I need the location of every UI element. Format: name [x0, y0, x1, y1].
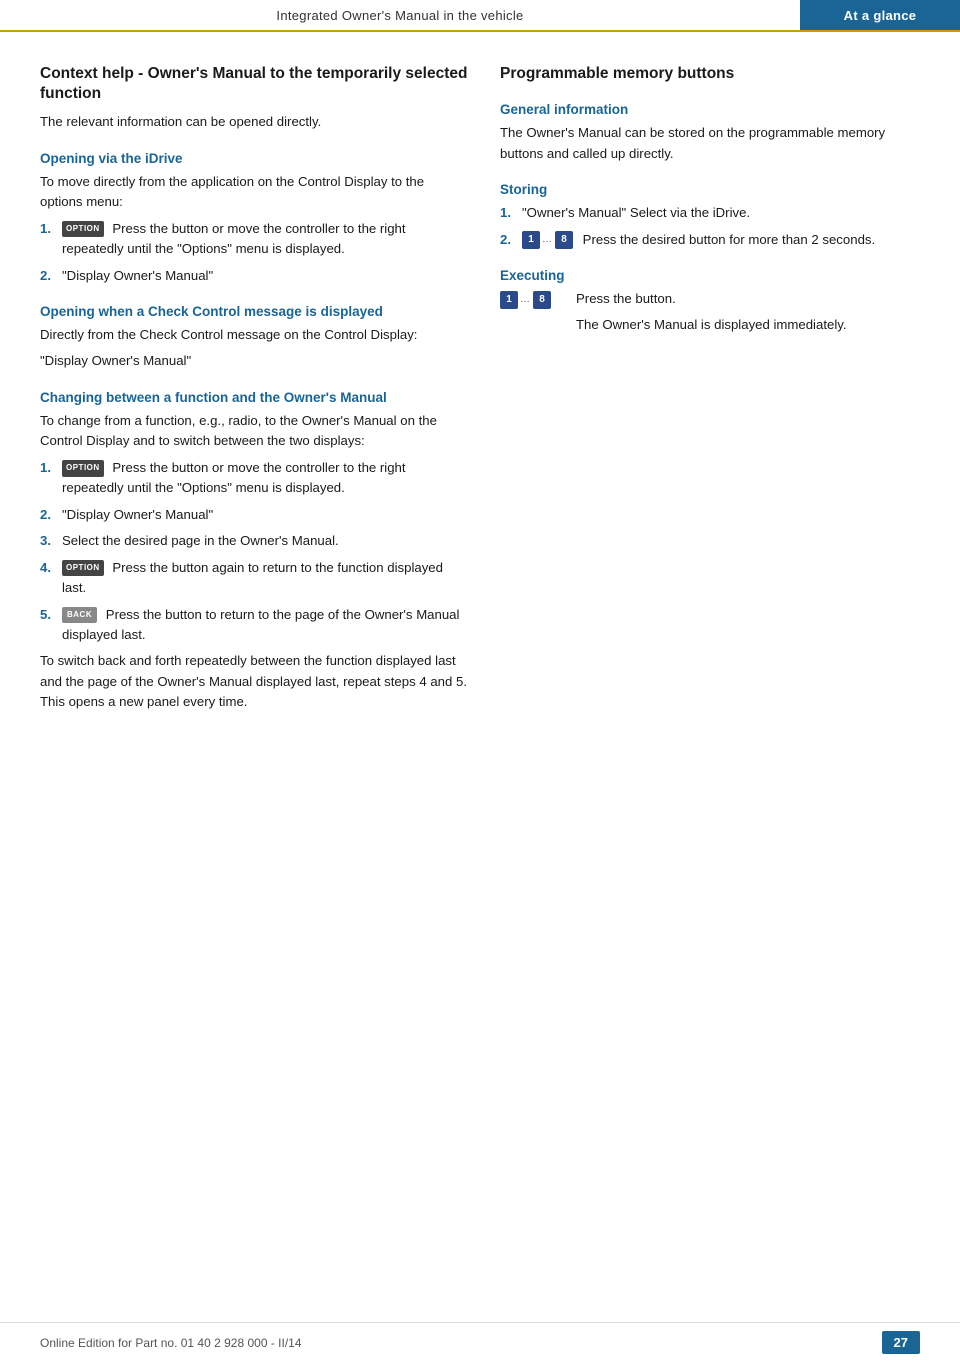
right-column: Programmable memory buttons General info… [500, 64, 920, 719]
changing-steps: 1. OPTION Press the button or move the c… [40, 458, 468, 646]
right-main-title: Programmable memory buttons [500, 64, 920, 84]
subsection-title-storing: Storing [500, 182, 920, 197]
changing-step-2: 2. "Display Owner's Manual" [40, 505, 468, 525]
header-left-text: Integrated Owner's Manual in the vehicle [0, 0, 800, 30]
subsection-title-changing: Changing between a function and the Owne… [40, 390, 468, 405]
back-icon: BACK [62, 607, 97, 623]
executing-line1: Press the button. [576, 289, 847, 309]
executing-text-block: Press the button. The Owner's Manual is … [576, 289, 847, 342]
subsection-title-idrive: Opening via the iDrive [40, 151, 468, 166]
changing-step-1: 1. OPTION Press the button or move the c… [40, 458, 468, 499]
memory-button-icon-executing: 1 … 8 [500, 289, 570, 309]
subsection-title-check-control: Opening when a Check Control message is … [40, 304, 468, 319]
general-info-body: The Owner's Manual can be stored on the … [500, 123, 920, 164]
changing-step-3: 3. Select the desired page in the Owner'… [40, 531, 468, 551]
idrive-body: To move directly from the application on… [40, 172, 468, 213]
storing-step-2: 2. 1 … 8 Press the desired button for mo… [500, 230, 920, 250]
page-number: 27 [882, 1331, 920, 1354]
option-icon-2: OPTION [62, 460, 104, 476]
page-header: Integrated Owner's Manual in the vehicle… [0, 0, 960, 32]
changing-footer-text: To switch back and forth repeatedly betw… [40, 651, 468, 712]
header-right-text: At a glance [800, 0, 960, 30]
changing-body: To change from a function, e.g., radio, … [40, 411, 468, 452]
memory-button-icon-storing: 1 … 8 [522, 231, 573, 249]
idrive-step-1: 1. OPTION Press the button or move the c… [40, 219, 468, 260]
idrive-step-2: 2. "Display Owner's Manual" [40, 266, 468, 286]
option-icon-1: OPTION [62, 221, 104, 237]
changing-step-5: 5. BACK Press the button to return to th… [40, 605, 468, 646]
footer-text: Online Edition for Part no. 01 40 2 928 … [40, 1336, 302, 1350]
executing-line2: The Owner's Manual is displayed immediat… [576, 315, 847, 335]
left-column: Context help - Owner's Manual to the tem… [40, 64, 468, 719]
storing-steps: 1. "Owner's Manual" Select via the iDriv… [500, 203, 920, 250]
subsection-title-general-info: General information [500, 102, 920, 117]
main-content: Context help - Owner's Manual to the tem… [0, 32, 960, 779]
check-control-quote: "Display Owner's Manual" [40, 351, 468, 371]
page-footer: Online Edition for Part no. 01 40 2 928 … [0, 1322, 960, 1362]
left-main-title: Context help - Owner's Manual to the tem… [40, 64, 468, 104]
section-title-header: At a glance [844, 8, 917, 23]
option-icon-3: OPTION [62, 560, 104, 576]
storing-step-1: 1. "Owner's Manual" Select via the iDriv… [500, 203, 920, 223]
subsection-title-executing: Executing [500, 268, 920, 283]
changing-step-4: 4. OPTION Press the button again to retu… [40, 558, 468, 599]
idrive-steps: 1. OPTION Press the button or move the c… [40, 219, 468, 286]
check-control-body: Directly from the Check Control message … [40, 325, 468, 345]
executing-block: 1 … 8 Press the button. The Owner's Manu… [500, 289, 920, 342]
chapter-title: Integrated Owner's Manual in the vehicle [276, 8, 523, 23]
left-intro-text: The relevant information can be opened d… [40, 112, 468, 132]
